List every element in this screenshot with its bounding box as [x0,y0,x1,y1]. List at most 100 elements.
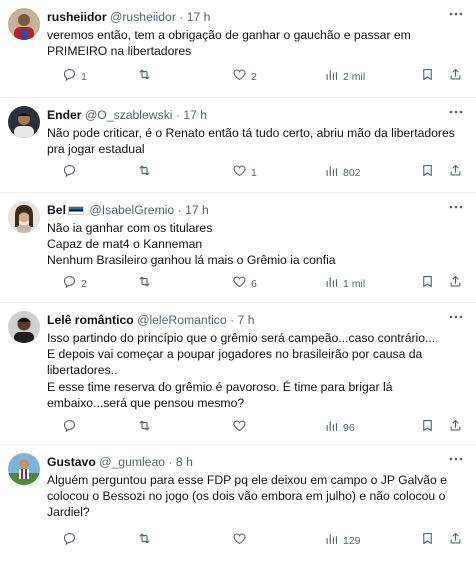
display-name[interactable]: Gustavo [47,455,96,469]
tweet-text-line: Nenhum Brasileiro ganhou lá mais o Grêmi… [47,253,336,268]
avatar[interactable] [8,453,40,485]
user-handle[interactable]: @IsabelGremio [89,203,174,217]
like-icon [232,274,247,294]
retweet-icon [137,163,152,183]
share-button[interactable] [448,163,463,183]
tweet-text-line: veremos então, tem a obrigação de ganhar… [47,28,411,42]
retweet-button[interactable] [137,420,156,436]
reply-button[interactable]: 2 [62,275,87,292]
views-count: 96 [343,422,355,434]
share-icon [448,163,463,183]
display-name[interactable]: rusheiidor [47,10,107,24]
user-handle[interactable]: @_gumleao [99,455,165,469]
retweet-button[interactable] [137,276,156,292]
bookmark-button[interactable] [420,531,435,551]
retweet-button[interactable] [137,165,156,181]
tweet-text-line: Não ia ganhar com os titulares [47,221,213,235]
tweet[interactable]: Gustavo @_gumleao · 8 h Alguém perguntou… [0,445,476,561]
like-button[interactable]: 6 [232,276,257,292]
avatar[interactable] [8,106,40,138]
display-name[interactable]: Lelê romântico [47,313,134,327]
views-button[interactable]: 2 mil [324,69,365,85]
display-name[interactable]: Ender [47,108,82,122]
reply-icon [62,163,77,183]
tweet-text-line: E esse time reserva do grêmio é pavoroso… [47,379,393,394]
share-button[interactable] [448,418,463,438]
timestamp[interactable]: 17 h [187,10,211,24]
bookmark-button[interactable] [420,164,435,181]
like-button[interactable]: 1 [232,165,257,181]
user-handle[interactable]: @leleRomantico [137,313,227,327]
share-icon [448,418,463,438]
views-button[interactable]: 1 mil [324,276,365,292]
views-count: 129 [343,535,361,547]
reply-button[interactable] [62,163,81,183]
bookmark-button[interactable] [420,419,435,436]
views-button[interactable]: 96 [324,420,355,436]
like-icon [232,163,247,183]
user-handle[interactable]: @O_szablewski [85,108,173,122]
tweet-text-line: Alguém perguntou para esse FDP pq ele de… [47,473,447,487]
tweet-text: Não pode criticar, é o Renato então tá t… [47,125,467,157]
views-count: 2 mil [343,71,366,83]
tweet[interactable]: Bel @IsabelGremio · 17 h Não ia ganhar c… [0,193,476,303]
reply-button[interactable] [62,419,81,436]
tweet-text-line: libertadores.. [47,363,118,378]
share-button[interactable] [448,67,463,87]
tweet-header: rusheiidor @rusheiidor · 17 h [47,10,211,24]
reply-icon [62,67,77,87]
tweet-header: Gustavo @_gumleao · 8 h [47,455,193,469]
like-button[interactable]: 2 [232,69,257,85]
timestamp[interactable]: 17 h [185,203,209,217]
views-button[interactable]: 129 [324,533,361,549]
reply-button[interactable]: 1 [62,67,87,87]
tweet-text-line: Jardiel? [47,505,90,520]
share-button[interactable] [448,275,463,292]
avatar[interactable] [8,8,40,40]
more-icon[interactable] [448,7,464,19]
avatar[interactable] [8,311,40,343]
retweet-button[interactable] [137,69,156,85]
replies-feed: rusheiidor @rusheiidor · 17 h veremos en… [0,0,476,561]
avatar[interactable] [8,201,40,233]
more-icon[interactable] [448,200,464,212]
views-icon [324,67,339,87]
display-name[interactable]: Bel [47,203,66,217]
more-icon[interactable] [448,452,464,464]
share-icon [448,67,463,87]
like-button[interactable] [232,533,251,549]
retweet-icon [137,67,152,87]
user-handle[interactable]: @rusheiidor [110,10,176,24]
views-button[interactable]: 802 [324,165,361,181]
share-button[interactable] [448,532,463,549]
bookmark-button[interactable] [420,275,435,292]
tweet[interactable]: Lelê romântico @leleRomantico · 7 h Isso… [0,303,476,445]
tweet-actions: 96 [62,418,466,438]
more-icon[interactable] [448,105,464,117]
tweet-header: Lelê romântico @leleRomantico · 7 h [47,313,255,327]
like-count: 6 [251,278,257,290]
reply-count: 1 [81,71,87,83]
like-button[interactable] [232,420,251,436]
bookmark-button[interactable] [420,68,435,85]
tweet-text: Não ia ganhar com os titulares Capaz de … [47,220,467,269]
tweet-text-line: colocou o Bessozi no jogo (os dois vão e… [47,489,446,504]
tweet[interactable]: rusheiidor @rusheiidor · 17 h veremos en… [0,0,476,98]
tweet-text-line: PRIMEIRO na libertadores [47,44,192,59]
bookmark-icon [420,531,435,551]
tweet-text-line: Capaz de mat4 o Kanneman [47,237,203,252]
tweet-actions: 1 2 2 mil [62,67,466,87]
timestamp[interactable]: 8 h [176,455,193,469]
views-icon [324,418,339,438]
tweet-actions: 1 802 [62,163,466,183]
tweet-text-line: pra jogar estadual [47,142,145,157]
views-icon [324,531,339,551]
timestamp[interactable]: 7 h [238,313,255,327]
timestamp[interactable]: 17 h [183,108,207,122]
tweet-text-line: Não pode criticar, é o Renato então tá t… [47,126,455,140]
retweet-icon [137,418,152,438]
retweet-button[interactable] [137,533,156,549]
tweet[interactable]: Ender @O_szablewski · 17 h Não pode crit… [0,98,476,193]
reply-button[interactable] [62,532,81,549]
more-icon[interactable] [448,310,464,322]
